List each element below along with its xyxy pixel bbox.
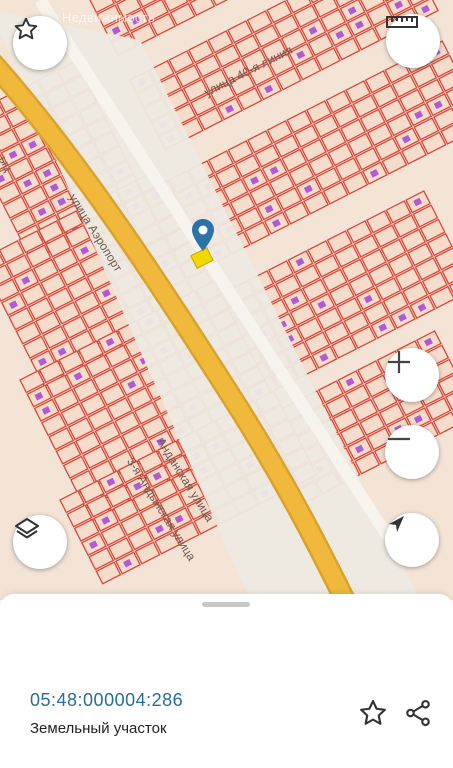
object-type: Земельный участок [30, 720, 167, 737]
location-pin-icon[interactable] [191, 218, 215, 252]
map-canvas[interactable] [0, 0, 453, 600]
map-watermark: Недвижимость [62, 10, 156, 25]
locate-button[interactable] [385, 513, 439, 567]
share-icon [403, 699, 433, 732]
ruler-button[interactable] [386, 14, 440, 68]
map-view[interactable]: Недвижимость улица Аэропорт улица 40-я л… [0, 0, 453, 600]
share-button[interactable] [403, 698, 433, 728]
zoom-in-button[interactable] [385, 348, 439, 402]
favorite-sheet-button[interactable] [358, 698, 388, 728]
favorite-button[interactable] [13, 16, 67, 70]
zoom-out-button[interactable] [385, 425, 439, 479]
cadastral-number[interactable]: 05:48:000004:286 [30, 690, 183, 711]
sheet-drag-handle[interactable] [202, 602, 250, 607]
layers-button[interactable] [13, 515, 67, 569]
info-sheet[interactable]: 05:48:000004:286 Земельный участок [0, 594, 453, 768]
star-icon [358, 700, 388, 732]
